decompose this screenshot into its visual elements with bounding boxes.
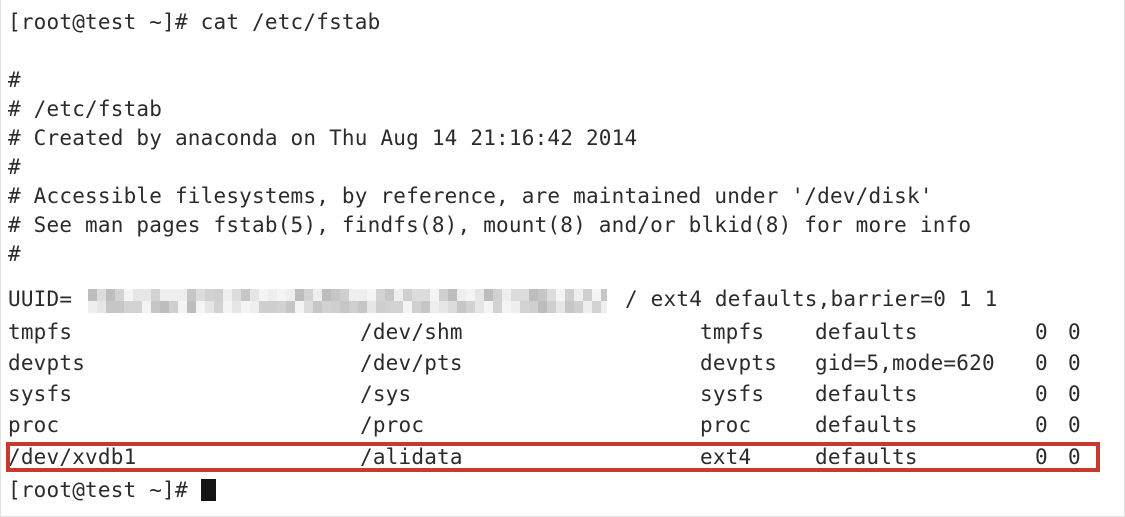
- row-dump: 0: [1035, 413, 1048, 437]
- row-dump: 0: [1035, 382, 1048, 406]
- uuid-row-tail: / ext4 defaults,barrier=0 1 1: [625, 287, 998, 311]
- row-dump: 0: [1035, 320, 1048, 344]
- row-mountpoint: /dev/shm: [360, 320, 463, 344]
- row-device: proc: [8, 413, 60, 437]
- shell-prompt: [root@test ~]#: [8, 478, 201, 502]
- comment-line-4: # Accessible filesystems, by reference, …: [8, 184, 933, 208]
- row-fstype: sysfs: [700, 382, 765, 406]
- row-options: defaults: [815, 320, 918, 344]
- terminal-window[interactable]: [root@test ~]# cat /etc/fstab # # /etc/f…: [0, 0, 1125, 517]
- row-pass: 0: [1068, 320, 1081, 344]
- row-dump: 0: [1035, 351, 1048, 375]
- row-mountpoint: /alidata: [360, 445, 463, 469]
- trailing-prompt-line[interactable]: [root@test ~]#: [8, 476, 216, 505]
- uuid-row-prefix: UUID=: [8, 287, 73, 311]
- uuid-redaction-mosaic: [88, 289, 607, 313]
- row-device: devpts: [8, 351, 86, 375]
- shell-command: cat /etc/fstab: [200, 10, 381, 34]
- row-options: defaults: [815, 413, 918, 437]
- page-edge-left: [0, 0, 1, 517]
- row-options: defaults: [815, 382, 918, 406]
- cursor-block: [200, 479, 216, 501]
- row-mountpoint: /sys: [360, 382, 412, 406]
- row-pass: 0: [1068, 413, 1081, 437]
- shell-prompt: [root@test ~]#: [8, 10, 201, 34]
- comment-line-6: #: [8, 242, 21, 266]
- row-device: /dev/xvdb1: [8, 445, 137, 469]
- row-mountpoint: /proc: [360, 413, 425, 437]
- comment-line-1: # /etc/fstab: [8, 97, 163, 121]
- comment-line-2: # Created by anaconda on Thu Aug 14 21:1…: [8, 126, 638, 150]
- comment-line-0: #: [8, 68, 21, 92]
- row-dump: 0: [1035, 445, 1048, 469]
- comment-line-3: #: [8, 155, 21, 179]
- row-device: tmpfs: [8, 320, 73, 344]
- annotation-highlight-rectangle: [6, 442, 1100, 472]
- row-device: sysfs: [8, 382, 73, 406]
- row-fstype: proc: [700, 413, 752, 437]
- row-options: defaults: [815, 445, 918, 469]
- row-pass: 0: [1068, 382, 1081, 406]
- comment-line-5: # See man pages fstab(5), findfs(8), mou…: [8, 213, 972, 237]
- row-pass: 0: [1068, 445, 1081, 469]
- command-line: [root@test ~]# cat /etc/fstab: [8, 8, 380, 37]
- row-fstype: ext4: [700, 445, 752, 469]
- row-fstype: tmpfs: [700, 320, 765, 344]
- row-options: gid=5,mode=620: [815, 351, 995, 375]
- row-mountpoint: /dev/pts: [360, 351, 463, 375]
- row-pass: 0: [1068, 351, 1081, 375]
- row-fstype: devpts: [700, 351, 778, 375]
